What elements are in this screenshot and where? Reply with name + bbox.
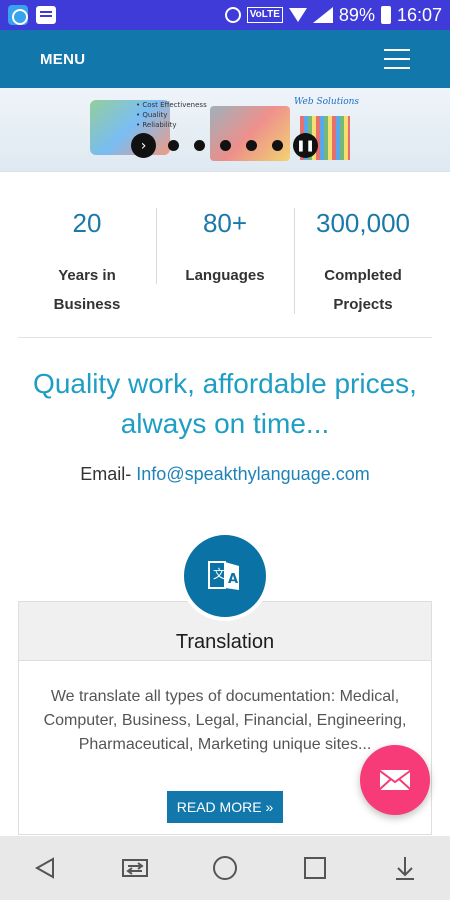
status-bar: VoLTE 89% 16:07 [0, 0, 450, 30]
email-line: Email- Info@speakthylanguage.com [0, 464, 450, 485]
banner-web-solutions: Web Solutions [294, 97, 360, 107]
stat-projects: 300,000 Completed Projects [294, 196, 432, 319]
banner-illustration [210, 106, 290, 161]
app-sync-icon [8, 5, 28, 25]
slider-dot[interactable] [168, 140, 179, 151]
stat-label: Completed Projects [324, 267, 402, 313]
wifi-icon [288, 8, 307, 22]
svg-text:A: A [228, 572, 238, 587]
alarm-icon [224, 7, 241, 23]
clock: 16:07 [396, 4, 442, 25]
battery-icon [380, 6, 391, 24]
service-description: We translate all types of documentation:… [43, 688, 407, 753]
recent-swap-icon[interactable] [115, 848, 155, 888]
system-nav-bar [0, 836, 450, 900]
email-prefix: Email- [80, 464, 137, 484]
service-title: Translation [175, 631, 275, 653]
slider-dot[interactable] [194, 140, 205, 151]
signal-icon [312, 7, 333, 23]
hamburger-icon[interactable] [384, 49, 410, 69]
mail-icon[interactable] [360, 745, 430, 815]
slider-dot[interactable] [272, 140, 283, 151]
banner-bullets: • Cost Effectiveness • Quality • Reliabi… [136, 101, 207, 129]
slider-dot[interactable] [246, 140, 257, 151]
message-icon [36, 6, 56, 24]
next-arrow-icon[interactable]: › [131, 133, 156, 158]
tagline: Quality work, affordable prices, always … [33, 368, 417, 439]
banner-slider: • Cost Effectiveness • Quality • Reliabi… [0, 88, 450, 172]
overview-icon[interactable] [295, 848, 335, 888]
menu-label[interactable]: MENU [40, 51, 85, 68]
back-icon[interactable] [25, 848, 65, 888]
volte-badge: VoLTE [246, 7, 283, 23]
battery-percent: 89% [338, 4, 375, 25]
site-header: MENU [0, 30, 450, 88]
read-more-button[interactable]: READ MORE » [167, 791, 283, 823]
stats-section: 20 Years in Business 80+ Languages 300,0… [18, 196, 432, 338]
stat-number: 300,000 [316, 208, 410, 238]
translation-icon: 文 A [180, 531, 270, 621]
stat-label: Years in Business [53, 267, 121, 313]
stat-number: 20 [72, 208, 102, 238]
svg-text:文: 文 [213, 566, 225, 581]
notifications-down-icon[interactable] [385, 848, 425, 888]
slider-dot[interactable] [220, 140, 231, 151]
stat-years: 20 Years in Business [18, 196, 156, 319]
email-link[interactable]: Info@speakthylanguage.com [136, 464, 369, 484]
stat-number: 80+ [202, 208, 248, 238]
home-icon[interactable] [205, 848, 245, 888]
stat-label: Languages [185, 267, 265, 284]
pause-icon[interactable]: ❚❚ [293, 133, 318, 158]
stat-languages: 80+ Languages [156, 196, 294, 290]
